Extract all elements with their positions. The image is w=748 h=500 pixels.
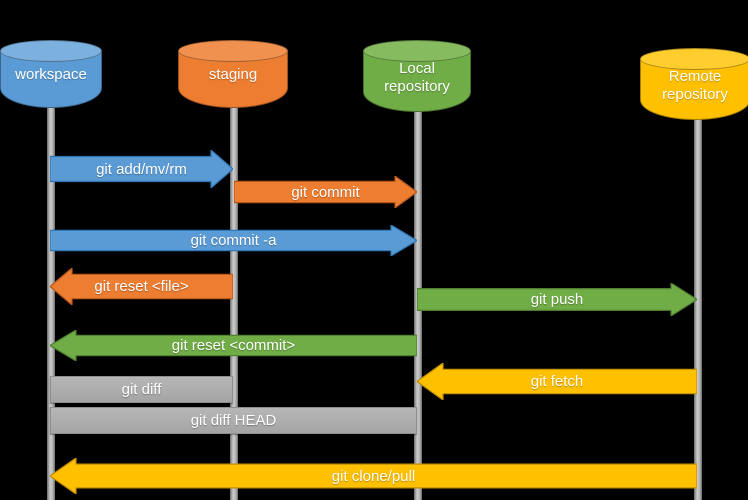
command-arrow-git-clone-pull[interactable]: git clone/pull — [50, 458, 697, 494]
node-label-staging: staging — [208, 65, 258, 83]
command-arrow-git-reset-file[interactable]: git reset <file> — [50, 268, 233, 305]
command-bar-git-diff-head[interactable]: git diff HEAD — [50, 407, 417, 434]
command-label-git-clone-pull: git clone/pull — [331, 467, 416, 485]
cylinder-top-remote — [640, 48, 748, 70]
cylinder-top-workspace — [0, 40, 102, 62]
command-label-git-commit-a: git commit -a — [190, 232, 277, 249]
command-arrow-git-commit[interactable]: git commit — [234, 176, 417, 208]
node-label-workspace: workspace — [15, 65, 87, 83]
node-remote[interactable]: Remote repository — [640, 48, 748, 120]
node-label-local: Local repository — [384, 59, 450, 95]
command-arrow-git-add[interactable]: git add/mv/rm — [50, 150, 233, 188]
command-label-git-reset-commit: git reset <commit> — [171, 337, 296, 354]
command-label-git-add: git add/mv/rm — [96, 160, 187, 178]
command-bar-git-diff[interactable]: git diff — [50, 376, 233, 403]
command-label-git-diff-head: git diff HEAD — [190, 412, 277, 429]
command-label-git-reset-file: git reset <file> — [94, 278, 189, 295]
command-arrow-git-commit-a[interactable]: git commit -a — [50, 225, 417, 256]
cylinder-top-local — [363, 40, 471, 62]
node-label-remote: Remote repository — [662, 67, 728, 103]
node-local[interactable]: Local repository — [363, 40, 471, 112]
command-label-git-push: git push — [530, 291, 584, 308]
git-workflow-diagram: workspace staging Local repository Remote r… — [0, 0, 748, 500]
command-arrow-git-reset-commit[interactable]: git reset <commit> — [50, 330, 417, 361]
command-arrow-git-push[interactable]: git push — [417, 283, 697, 316]
command-label-git-fetch: git fetch — [530, 373, 584, 390]
command-arrow-git-fetch[interactable]: git fetch — [417, 363, 697, 400]
node-staging[interactable]: staging — [178, 40, 288, 108]
cylinder-top-staging — [178, 40, 288, 62]
command-label-git-diff: git diff — [121, 381, 162, 398]
node-workspace[interactable]: workspace — [0, 40, 102, 108]
command-label-git-commit: git commit — [291, 183, 360, 201]
